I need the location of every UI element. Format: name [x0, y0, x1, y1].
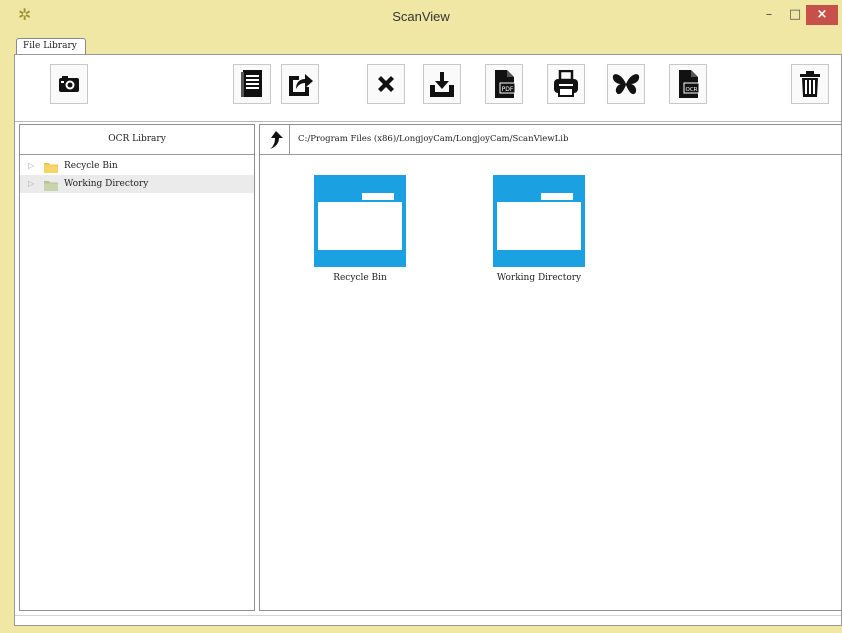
tree-item-label: Working Directory	[64, 179, 149, 189]
import-button[interactable]	[423, 64, 461, 104]
expand-arrow-icon[interactable]: ▷	[28, 157, 34, 175]
print-button[interactable]	[547, 64, 585, 104]
document-list-button[interactable]	[233, 64, 271, 104]
svg-text:PDF: PDF	[502, 86, 514, 93]
folder-icon	[493, 175, 585, 267]
butterfly-icon	[612, 74, 640, 95]
file-browser-panel: C:/Program Files (x86)/LongjoyCam/Longjo…	[259, 124, 841, 611]
delete-button[interactable]	[367, 64, 405, 104]
current-path: C:/Program Files (x86)/LongjoyCam/Longjo…	[298, 134, 569, 144]
pdf-file-icon: PDF	[495, 70, 516, 98]
export-button[interactable]	[281, 64, 319, 104]
minimize-button[interactable]: –	[757, 5, 781, 25]
printer-icon	[554, 70, 578, 97]
trash-icon	[800, 71, 820, 97]
window-title: ScanView	[392, 9, 450, 24]
folder-icon	[314, 175, 406, 267]
camera-button[interactable]	[50, 64, 88, 104]
status-bar	[15, 615, 841, 626]
folder-label: Recycle Bin	[333, 273, 387, 283]
ocr-library-panel: OCR Library ▷ Recycle Bin ▷ Working Dire…	[19, 124, 255, 611]
camera-icon	[59, 76, 79, 92]
close-button[interactable]: ×	[806, 5, 838, 25]
x-icon	[378, 76, 394, 92]
folder-tile-working-directory[interactable]: Working Directory	[469, 175, 609, 283]
up-arrow-icon	[269, 130, 283, 149]
folder-icon	[44, 163, 58, 173]
tree-item-label: Recycle Bin	[64, 161, 118, 171]
up-directory-button[interactable]	[260, 125, 290, 154]
tree-item-working-directory[interactable]: ▷ Working Directory	[20, 175, 254, 193]
ocr-file-icon: OCR	[679, 70, 700, 98]
download-tray-icon	[430, 72, 454, 97]
tab-file-library[interactable]: File Library	[16, 38, 86, 55]
svg-text:OCR: OCR	[686, 87, 698, 93]
maximize-button[interactable]: □	[783, 5, 807, 25]
folder-icon	[44, 181, 58, 191]
ocr-button[interactable]: OCR	[669, 64, 707, 104]
export-icon	[289, 74, 313, 96]
title-bar: ✲ ScanView – □ ×	[0, 0, 842, 36]
folder-label: Working Directory	[496, 273, 582, 283]
pdf-button[interactable]: PDF	[485, 64, 523, 104]
document-list-icon	[241, 70, 262, 97]
expand-arrow-icon[interactable]: ▷	[28, 175, 34, 193]
butterfly-button[interactable]	[607, 64, 645, 104]
toolbar: PDF OCR	[15, 55, 841, 122]
folder-tile-recycle-bin[interactable]: Recycle Bin	[290, 175, 430, 283]
trash-button[interactable]	[791, 64, 829, 104]
main-content: PDF OCR OCR Library ▷ Recycle Bin ▷ Work…	[14, 54, 842, 626]
path-bar: C:/Program Files (x86)/LongjoyCam/Longjo…	[260, 125, 841, 155]
ocr-library-header: OCR Library	[20, 125, 254, 155]
tree-item-recycle-bin[interactable]: ▷ Recycle Bin	[20, 157, 254, 175]
